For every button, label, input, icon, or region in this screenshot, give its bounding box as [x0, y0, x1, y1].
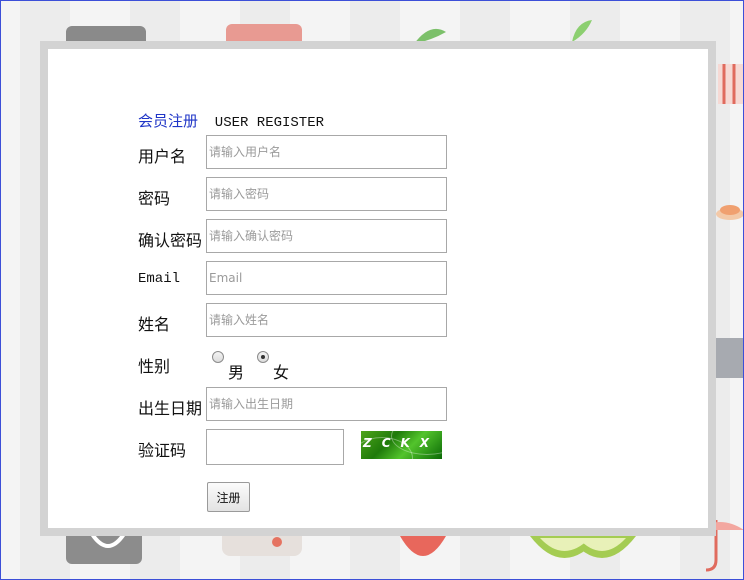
dot-icon: [272, 537, 282, 547]
password-label: 密码: [138, 189, 171, 208]
username-input[interactable]: [206, 135, 447, 169]
confirm-password-label: 确认密码: [138, 231, 203, 250]
name-label: 姓名: [138, 315, 171, 334]
email-label: Email: [138, 271, 181, 287]
kiwi-icon: [530, 536, 636, 558]
popcorn-icon: [718, 64, 744, 104]
confirm-password-input[interactable]: [206, 219, 447, 253]
gender-female-label: 女: [273, 363, 290, 382]
birthday-label: 出生日期: [138, 399, 203, 418]
form-title: 会员注册 USER REGISTER: [138, 110, 324, 131]
username-label: 用户名: [138, 147, 187, 166]
captcha-label: 验证码: [138, 441, 187, 460]
sushi-icon: [716, 205, 744, 220]
gender-male-label: 男: [228, 363, 245, 382]
radio-icon: [222, 536, 302, 556]
captcha-image[interactable]: ZCKX: [361, 431, 442, 459]
gender-female-radio[interactable]: [257, 351, 269, 363]
captcha-input[interactable]: [206, 429, 344, 465]
gender-male-radio[interactable]: [212, 351, 224, 363]
box-icon: [716, 338, 744, 378]
birthday-input[interactable]: [206, 387, 447, 421]
register-modal: 会员注册 USER REGISTER 用户名 密码 确认密码 Email 姓名 …: [40, 41, 716, 536]
title-cn: 会员注册: [138, 112, 199, 130]
register-button[interactable]: 注册: [207, 482, 250, 512]
email-input[interactable]: [206, 261, 447, 295]
title-en: USER REGISTER: [214, 115, 325, 131]
register-form: 会员注册 USER REGISTER 用户名 密码 确认密码 Email 姓名 …: [48, 49, 708, 528]
name-input[interactable]: [206, 303, 447, 337]
gender-label: 性别: [138, 357, 171, 376]
apple-icon: [400, 536, 446, 556]
captcha-text: ZCKX: [363, 436, 440, 450]
password-input[interactable]: [206, 177, 447, 211]
